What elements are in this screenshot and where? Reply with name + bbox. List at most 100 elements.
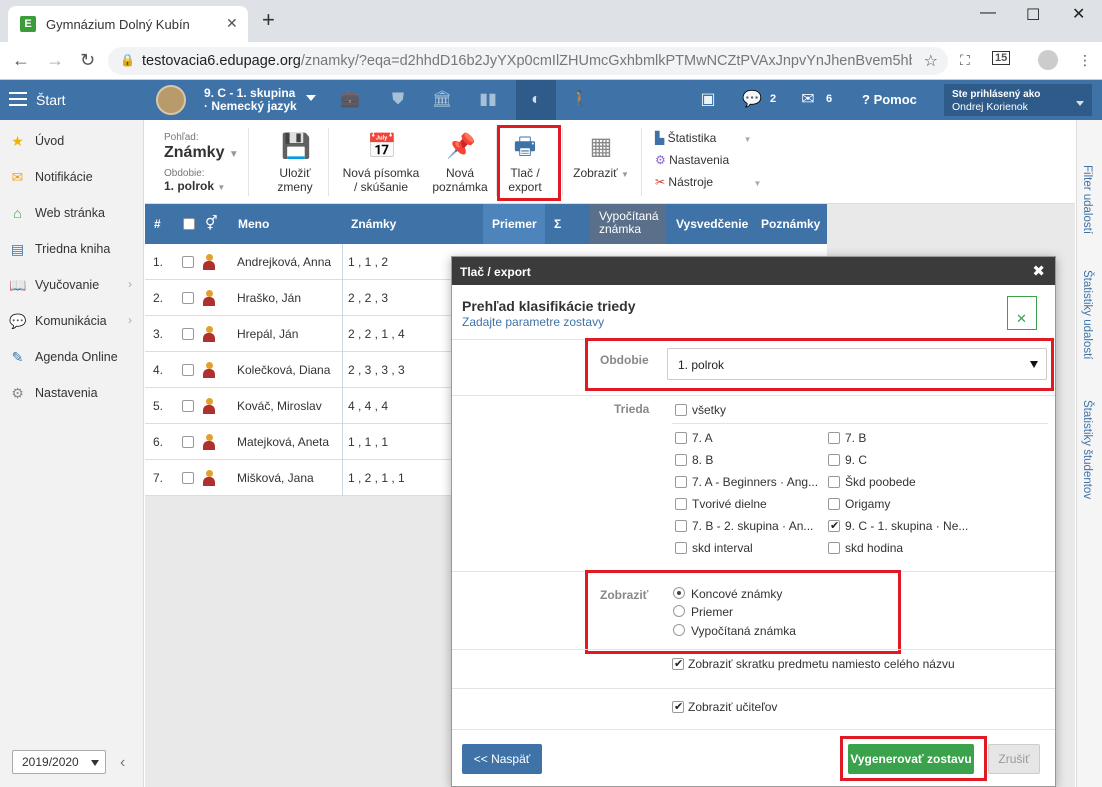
- hamburger-menu-icon[interactable]: [9, 92, 27, 106]
- url-input[interactable]: 🔒 testovacia6.edupage.org/znamky/?eqa=d2…: [108, 47, 948, 75]
- calendar-extension-icon[interactable]: 15: [992, 51, 1011, 65]
- col-avg[interactable]: Priemer: [492, 217, 537, 231]
- col-grades[interactable]: Známky: [351, 217, 396, 231]
- browser-tab[interactable]: E Gymnázium Dolný Kubín ✕: [8, 6, 248, 42]
- reload-icon[interactable]: ↻: [80, 50, 95, 71]
- profile-avatar[interactable]: [1038, 50, 1058, 70]
- student-name[interactable]: Andrejková, Anna: [237, 255, 331, 269]
- col-notes[interactable]: Poznámky: [761, 217, 820, 231]
- class-checkbox[interactable]: [828, 476, 840, 488]
- class-checkbox[interactable]: [675, 542, 687, 554]
- class-checkbox[interactable]: [828, 542, 840, 554]
- back-icon[interactable]: ←: [12, 50, 30, 71]
- sidebar-item-vyucovanie[interactable]: 📖 Vyučovanie ›: [0, 267, 144, 303]
- bar-chart-icon[interactable]: ▮▮: [478, 90, 498, 110]
- class-dropdown-icon[interactable]: [306, 95, 316, 101]
- sidebar-item-triedna-kniha[interactable]: ▤ Triedna kniha: [0, 231, 144, 267]
- institution-icon[interactable]: 🏛: [432, 90, 452, 110]
- login-info[interactable]: Ste prihlásený ako Ondrej Korienok: [944, 84, 1092, 116]
- dialog-close-icon[interactable]: ✖: [1032, 262, 1045, 280]
- period-selector[interactable]: 1. polrok ▼: [164, 179, 225, 193]
- sidebar-item-web[interactable]: ⌂ Web stránka: [0, 195, 144, 231]
- collapse-sidebar-icon[interactable]: ‹: [120, 754, 125, 772]
- cancel-button[interactable]: Zrušiť: [988, 744, 1040, 774]
- teachers-checkbox[interactable]: [672, 700, 684, 713]
- class-checkbox[interactable]: [675, 498, 687, 510]
- all-classes-checkbox[interactable]: [675, 404, 687, 416]
- sidebar-item-uvod[interactable]: ★ Úvod: [0, 123, 144, 159]
- class-checkbox[interactable]: [828, 432, 840, 444]
- sidebar-item-notifikacie[interactable]: ✉ Notifikácie: [0, 159, 144, 195]
- stats-menu[interactable]: ▙ Štatistika ▼: [655, 131, 752, 145]
- browser-menu-icon[interactable]: ⋮: [1078, 52, 1092, 69]
- row-checkbox[interactable]: [182, 292, 194, 304]
- student-grades[interactable]: 1 , 2 , 1 , 1: [348, 471, 405, 485]
- col-calc[interactable]: Vypočítaná známka: [599, 210, 659, 236]
- row-checkbox[interactable]: [182, 364, 194, 376]
- abbr-checkbox[interactable]: [672, 657, 684, 670]
- tools-menu[interactable]: ✂ Nástroje ▼: [655, 175, 761, 189]
- class-checkbox[interactable]: [675, 520, 687, 532]
- excel-icon[interactable]: [1007, 296, 1037, 330]
- cast-icon[interactable]: ▣: [698, 90, 718, 110]
- start-link[interactable]: Štart: [36, 92, 66, 108]
- student-grades[interactable]: 1 , 1 , 2: [348, 255, 388, 269]
- sidebar-item-agenda[interactable]: ✎ Agenda Online: [0, 339, 144, 375]
- student-grades[interactable]: 2 , 2 , 1 , 4: [348, 327, 405, 341]
- student-name[interactable]: Kováč, Miroslav: [237, 399, 322, 413]
- class-selector[interactable]: 9. C - 1. skupina · Nemecký jazyk: [204, 87, 297, 113]
- student-name[interactable]: Mišková, Jana: [237, 471, 314, 485]
- class-checkbox[interactable]: [828, 498, 840, 510]
- class-checkbox[interactable]: [828, 454, 840, 466]
- help-link[interactable]: ? Pomoc: [862, 92, 917, 107]
- event-stats-tab[interactable]: Štatistiky udalostí: [1081, 270, 1093, 359]
- screenshot-extension-icon[interactable]: ⛶: [960, 52, 970, 69]
- save-button[interactable]: 💾 Uložiť zmeny: [270, 132, 320, 194]
- row-checkbox[interactable]: [182, 256, 194, 268]
- view-selector[interactable]: Známky ▼: [164, 144, 239, 162]
- shield-icon[interactable]: ⛊: [388, 90, 408, 110]
- grades-icon[interactable]: ◐: [526, 90, 546, 110]
- student-name[interactable]: Kolečková, Diana: [237, 363, 330, 377]
- student-grades[interactable]: 2 , 2 , 3: [348, 291, 388, 305]
- window-close-icon[interactable]: ✕: [1072, 4, 1085, 24]
- tab-close-icon[interactable]: ✕: [226, 15, 238, 32]
- row-checkbox[interactable]: [182, 472, 194, 484]
- student-stats-tab[interactable]: Štatistiky študentov: [1081, 400, 1093, 499]
- col-cert[interactable]: Vysvedčenie: [676, 217, 748, 231]
- student-grades[interactable]: 2 , 3 , 3 , 3: [348, 363, 405, 377]
- mail-icon[interactable]: ✉: [798, 90, 818, 110]
- sidebar-item-komunikacia[interactable]: 💬 Komunikácia ›: [0, 303, 144, 339]
- briefcase-icon[interactable]: 💼: [340, 90, 360, 110]
- row-checkbox[interactable]: [182, 400, 194, 412]
- new-note-button[interactable]: 📌 Nová poznámka: [430, 132, 490, 194]
- bookmark-star-icon[interactable]: ☆: [924, 51, 938, 71]
- student-grades[interactable]: 1 , 1 , 1: [348, 435, 388, 449]
- select-all-checkbox[interactable]: [183, 218, 195, 230]
- class-checkbox[interactable]: [675, 476, 687, 488]
- class-checkbox[interactable]: [675, 454, 687, 466]
- row-checkbox[interactable]: [182, 436, 194, 448]
- row-checkbox[interactable]: [182, 328, 194, 340]
- maximize-icon[interactable]: ☐: [1026, 5, 1040, 25]
- new-tab-icon[interactable]: +: [262, 9, 275, 31]
- walking-icon[interactable]: 🚶: [570, 90, 590, 110]
- minimize-icon[interactable]: —: [980, 4, 996, 22]
- student-name[interactable]: Hrepál, Ján: [237, 327, 298, 341]
- class-checkbox[interactable]: [675, 432, 687, 444]
- class-checkbox-checked[interactable]: [828, 519, 840, 532]
- col-name[interactable]: Meno: [238, 217, 269, 231]
- chat-icon[interactable]: 💬: [742, 90, 762, 110]
- col-sum[interactable]: Σ: [554, 217, 561, 231]
- back-button[interactable]: << Naspäť: [462, 744, 542, 774]
- filter-events-tab[interactable]: Filter udalostí: [1081, 165, 1093, 234]
- settings-menu[interactable]: ⚙ Nastavenia: [655, 153, 729, 167]
- student-grades[interactable]: 4 , 4 , 4: [348, 399, 388, 413]
- forward-icon[interactable]: →: [46, 50, 64, 71]
- student-name[interactable]: Matejková, Aneta: [237, 435, 329, 449]
- sidebar-item-nastavenia[interactable]: ⚙ Nastavenia: [0, 375, 144, 411]
- new-test-button[interactable]: 📅 Nová písomka / skúšanie: [338, 132, 424, 194]
- student-name[interactable]: Hraško, Ján: [237, 291, 301, 305]
- year-select[interactable]: 2019/2020: [12, 750, 106, 774]
- show-button[interactable]: ▦ Zobraziť ▼: [570, 132, 632, 182]
